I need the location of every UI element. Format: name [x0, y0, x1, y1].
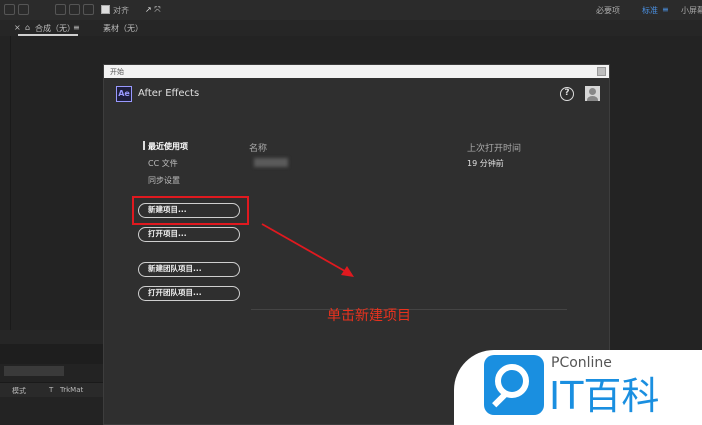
watermark-brand-small: PConline [551, 355, 612, 371]
annotation-text: 单击新建项目 [327, 308, 411, 324]
magnifier-logo-icon [484, 355, 544, 415]
watermark-brand-large: IT百科 [549, 374, 660, 418]
